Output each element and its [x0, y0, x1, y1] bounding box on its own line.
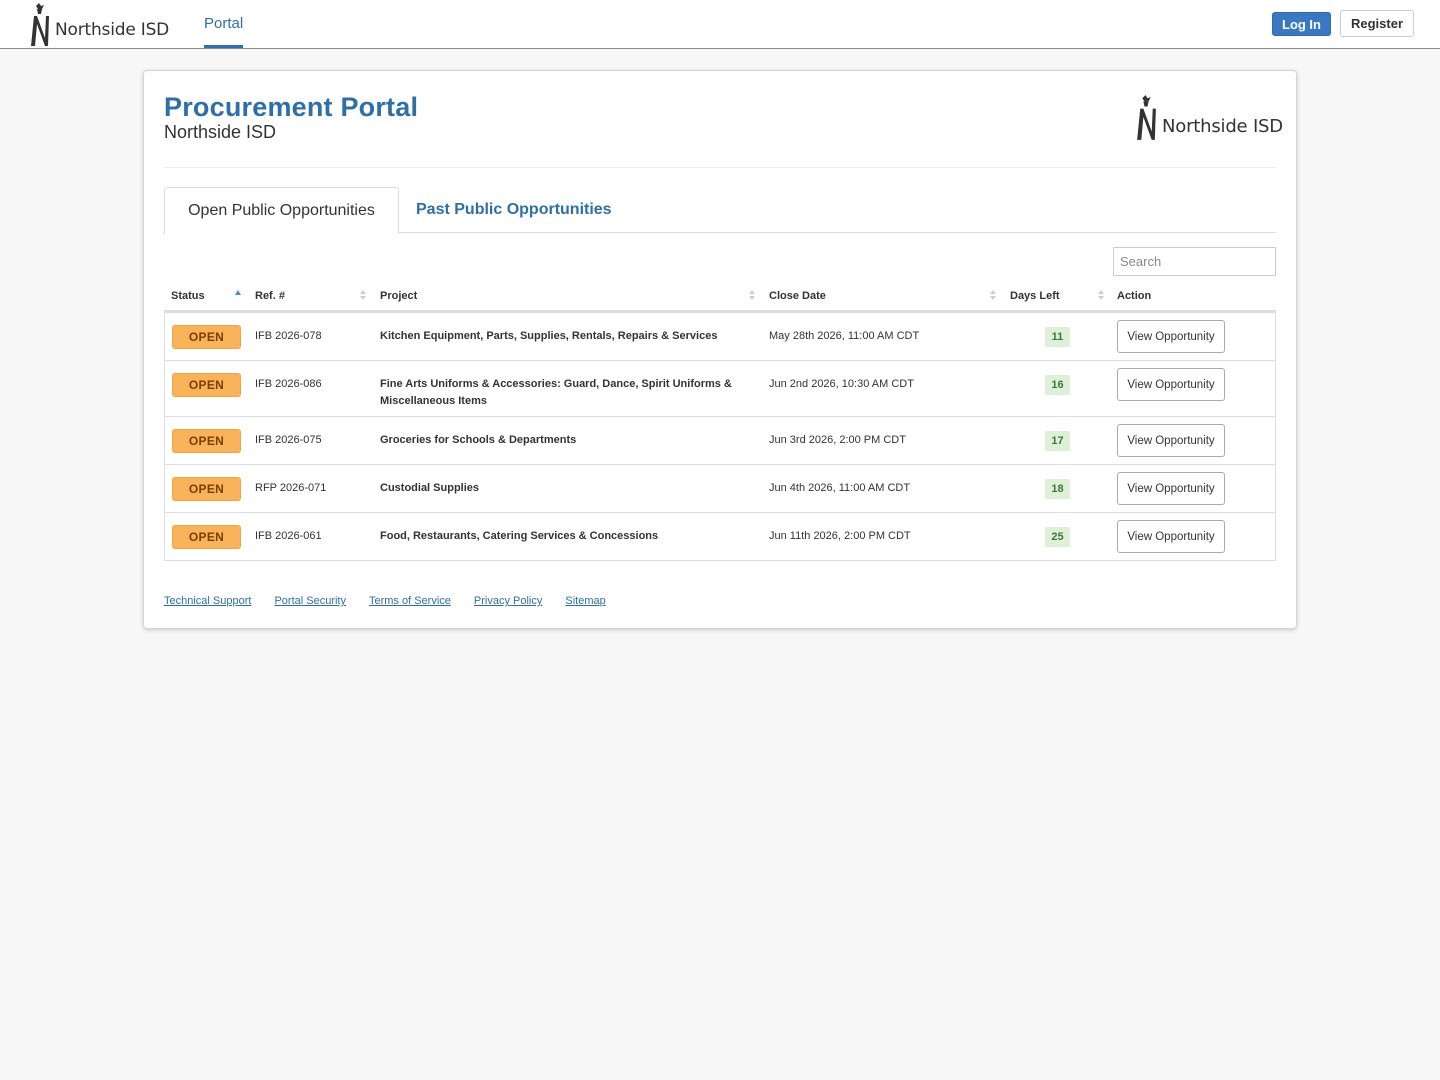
close-date: Jun 3rd 2026, 2:00 PM CDT	[769, 434, 906, 446]
login-button[interactable]: Log In	[1272, 12, 1331, 36]
ref-number: IFB 2026-061	[255, 530, 322, 542]
table-row: OPEN IFB 2026-075 Groceries for Schools …	[165, 416, 1275, 464]
header-divider	[164, 167, 1276, 168]
footer-link-terms-of-service[interactable]: Terms of Service	[369, 595, 451, 607]
status-badge: OPEN	[172, 525, 241, 549]
project-name: Fine Arts Uniforms & Accessories: Guard,…	[380, 378, 732, 407]
sort-icon[interactable]	[989, 288, 997, 302]
nav-tab-portal[interactable]: Portal	[204, 0, 244, 48]
ref-number: IFB 2026-075	[255, 434, 322, 446]
register-button[interactable]: Register	[1340, 10, 1414, 37]
project-name: Custodial Supplies	[380, 482, 480, 494]
ref-number: IFB 2026-078	[255, 330, 322, 342]
view-opportunity-button[interactable]: View Opportunity	[1117, 424, 1225, 457]
view-opportunity-button[interactable]: View Opportunity	[1117, 472, 1225, 505]
card-logo-text: Northside ISD	[1162, 116, 1283, 137]
days-left-badge: 25	[1045, 527, 1070, 547]
sort-icon[interactable]	[1097, 288, 1105, 302]
footer-link-portal-security[interactable]: Portal Security	[274, 595, 346, 607]
top-navbar: Northside ISD Portal Log In Register	[0, 0, 1440, 49]
footer-link-sitemap[interactable]: Sitemap	[565, 595, 605, 607]
close-date: May 28th 2026, 11:00 AM CDT	[769, 330, 920, 342]
table-row: OPEN IFB 2026-061 Food, Restaurants, Cat…	[165, 512, 1275, 560]
project-name: Groceries for Schools & Departments	[380, 434, 577, 446]
close-date: Jun 2nd 2026, 10:30 AM CDT	[769, 378, 914, 390]
view-opportunity-button[interactable]: View Opportunity	[1117, 368, 1225, 401]
footer-link-privacy-policy[interactable]: Privacy Policy	[474, 595, 542, 607]
view-opportunity-button[interactable]: View Opportunity	[1117, 520, 1225, 553]
tab-open-opportunities[interactable]: Open Public Opportunities	[164, 187, 399, 234]
opportunity-tabs: Open Public Opportunities Past Public Op…	[164, 187, 1276, 234]
ref-number: RFP 2026-071	[255, 482, 327, 494]
card-logo: Northside ISD	[1134, 93, 1283, 143]
brand-name: Northside ISD	[55, 20, 170, 40]
footer-links: Technical Support Portal Security Terms …	[164, 595, 629, 607]
brand-logo[interactable]: Northside ISD	[28, 2, 169, 48]
column-header-status[interactable]: Status	[171, 290, 205, 302]
view-opportunity-button[interactable]: View Opportunity	[1117, 320, 1225, 353]
footer-link-technical-support[interactable]: Technical Support	[164, 595, 251, 607]
status-badge: OPEN	[172, 429, 241, 453]
status-badge: OPEN	[172, 373, 241, 397]
days-left-badge: 11	[1045, 327, 1070, 347]
sort-icon[interactable]	[359, 288, 367, 302]
days-left-badge: 18	[1045, 479, 1070, 499]
tab-past-opportunities[interactable]: Past Public Opportunities	[416, 187, 612, 233]
column-header-action: Action	[1117, 290, 1152, 302]
status-badge: OPEN	[172, 325, 241, 349]
sort-icon[interactable]	[748, 288, 756, 302]
northside-logo-icon	[31, 3, 49, 46]
search-input[interactable]	[1113, 247, 1276, 276]
table-body: OPEN IFB 2026-078 Kitchen Equipment, Par…	[164, 312, 1276, 561]
close-date: Jun 4th 2026, 11:00 AM CDT	[769, 482, 911, 494]
table-row: OPEN IFB 2026-078 Kitchen Equipment, Par…	[165, 312, 1275, 360]
page-title: Procurement Portal	[164, 92, 419, 122]
days-left-badge: 17	[1045, 431, 1070, 451]
sort-asc-icon[interactable]	[234, 288, 242, 302]
column-header-ref[interactable]: Ref. #	[255, 290, 285, 302]
status-badge: OPEN	[172, 477, 241, 501]
days-left-badge: 16	[1045, 375, 1070, 395]
ref-number: IFB 2026-086	[255, 378, 322, 390]
column-header-close-date[interactable]: Close Date	[769, 290, 826, 302]
project-name: Food, Restaurants, Catering Services & C…	[380, 530, 659, 542]
table-row: OPEN RFP 2026-071 Custodial Supplies Jun…	[165, 464, 1275, 512]
portal-card: Procurement Portal Northside ISD Northsi…	[143, 70, 1297, 629]
column-header-project[interactable]: Project	[380, 290, 417, 302]
project-name: Kitchen Equipment, Parts, Supplies, Rent…	[380, 330, 718, 342]
northside-logo-icon	[1137, 95, 1156, 140]
page-subtitle: Northside ISD	[164, 122, 277, 142]
close-date: Jun 11th 2026, 2:00 PM CDT	[769, 530, 911, 542]
table-row: OPEN IFB 2026-086 Fine Arts Uniforms & A…	[165, 360, 1275, 416]
table-header: Status Ref. # Project Close Date Days Le…	[164, 281, 1276, 312]
column-header-days-left[interactable]: Days Left	[1010, 290, 1060, 302]
opportunities-table: Status Ref. # Project Close Date Days Le…	[164, 281, 1276, 561]
